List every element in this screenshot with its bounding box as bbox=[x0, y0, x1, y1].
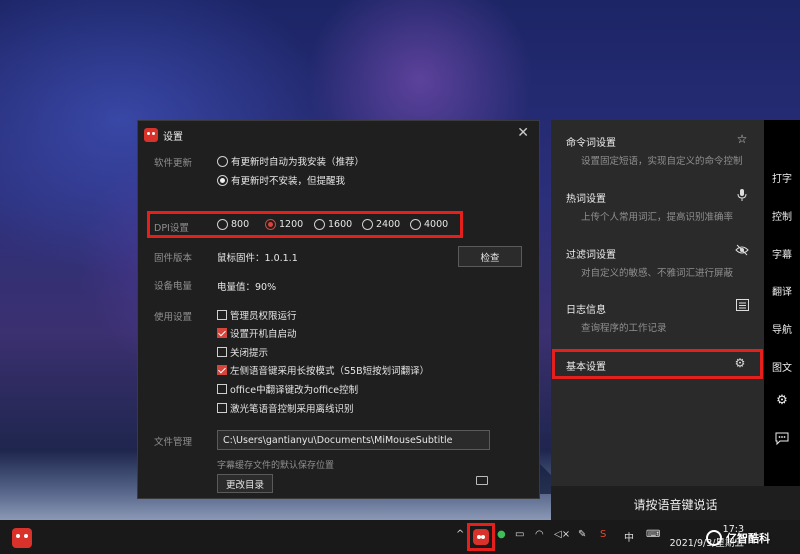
wifi-icon[interactable]: ◠ bbox=[535, 529, 544, 540]
taskbar-app-icon[interactable] bbox=[12, 528, 32, 548]
sidebar-item-translate[interactable]: 翻译 bbox=[764, 283, 800, 298]
usage-option-admin[interactable]: 管理员权限运行 bbox=[217, 308, 297, 322]
dpi-option-4000[interactable]: 4000 bbox=[410, 219, 448, 230]
voice-prompt-bar: 请按语音键说话 bbox=[551, 486, 800, 522]
menu-item-log-info[interactable]: 日志信息 查询程序的工作记录 bbox=[551, 287, 764, 337]
firmware-label: 固件版本 bbox=[154, 253, 193, 264]
usage-option-disable-tips[interactable]: 关闭提示 bbox=[217, 345, 268, 359]
dialog-titlebar: 设置 bbox=[144, 127, 183, 143]
battery-label: 设备电量 bbox=[154, 281, 193, 292]
menu-item-filter-words[interactable]: 过滤词设置 对自定义的敏感、不雅词汇进行屏蔽 bbox=[551, 232, 764, 282]
change-directory-button[interactable]: 更改目录 bbox=[217, 474, 273, 493]
radio-selected-icon[interactable] bbox=[217, 174, 228, 186]
menu-item-basic-settings[interactable]: 基本设置 ⚙ bbox=[551, 349, 764, 379]
watermark-logo-icon bbox=[706, 530, 722, 546]
radio-icon[interactable] bbox=[314, 219, 325, 230]
radio-icon[interactable] bbox=[217, 155, 228, 167]
battery-icon[interactable]: ▭ bbox=[515, 529, 524, 540]
star-icon: ☆ bbox=[736, 132, 748, 146]
sidebar-item-control[interactable]: 控制 bbox=[764, 208, 800, 223]
firmware-value: 鼠标固件：1.0.1.1 bbox=[217, 253, 298, 264]
gear-icon[interactable]: ⚙ bbox=[764, 393, 800, 408]
keyboard-icon[interactable]: ⌨ bbox=[646, 529, 660, 540]
wechat-icon[interactable]: ● bbox=[497, 529, 506, 540]
dialog-title: 设置 bbox=[163, 131, 183, 143]
gear-icon: ⚙ bbox=[734, 356, 746, 370]
mode-sidebar: 打字 控制 字幕 翻译 导航 图文 ⚙ bbox=[764, 120, 800, 486]
close-button[interactable]: ✕ bbox=[517, 125, 529, 141]
tray-app-icon[interactable] bbox=[473, 529, 489, 545]
update-notify-option[interactable]: 有更新时不安装，但提醒我 bbox=[217, 173, 345, 187]
settings-dialog: 设置 ✕ 软件更新 有更新时自动为我安装（推荐） 有更新时不安装，但提醒我 DP… bbox=[137, 120, 540, 499]
checkbox-checked-icon[interactable] bbox=[217, 365, 227, 375]
checkbox-icon[interactable] bbox=[217, 384, 227, 394]
checkbox-icon[interactable] bbox=[217, 347, 227, 357]
sogou-icon[interactable]: S bbox=[600, 529, 606, 540]
usage-label: 使用设置 bbox=[154, 312, 193, 323]
sidebar-item-navigate[interactable]: 导航 bbox=[764, 321, 800, 336]
volume-icon[interactable]: ◁× bbox=[554, 529, 570, 540]
check-firmware-button[interactable]: 检查 bbox=[458, 246, 522, 267]
microphone-icon bbox=[734, 188, 750, 204]
checkbox-checked-icon[interactable] bbox=[217, 328, 227, 338]
save-path-hint: 字幕缓存文件的默认保存位置 bbox=[217, 461, 335, 471]
radio-icon[interactable] bbox=[362, 219, 373, 230]
files-label: 文件管理 bbox=[154, 437, 193, 448]
chat-bubble-icon[interactable] bbox=[764, 432, 800, 448]
dpi-option-800[interactable]: 800 bbox=[217, 219, 249, 230]
tray-language[interactable]: 中 bbox=[624, 529, 634, 544]
usage-option-long-press[interactable]: 左侧语音键采用长按模式（S5B短按划词翻译） bbox=[217, 363, 429, 377]
update-auto-option[interactable]: 有更新时自动为我安装（推荐） bbox=[217, 154, 364, 168]
menu-item-command-words[interactable]: 命令词设置 设置固定短语，实现自定义的命令控制 ☆ bbox=[551, 120, 764, 170]
folder-icon[interactable] bbox=[476, 476, 488, 485]
dpi-option-1600[interactable]: 1600 bbox=[314, 219, 352, 230]
checkbox-icon[interactable] bbox=[217, 403, 227, 413]
log-icon bbox=[734, 299, 750, 315]
pen-icon[interactable]: ✎ bbox=[578, 529, 586, 540]
save-path-input[interactable] bbox=[217, 430, 490, 450]
dpi-label: DPI设置 bbox=[154, 223, 189, 234]
settings-menu-panel: 命令词设置 设置固定短语，实现自定义的命令控制 ☆ 热词设置 上传个人常用词汇，… bbox=[551, 120, 764, 521]
battery-value: 电量值：90% bbox=[217, 282, 277, 293]
radio-selected-icon[interactable] bbox=[265, 219, 276, 230]
sidebar-item-typing[interactable]: 打字 bbox=[764, 170, 800, 185]
tray-expand-icon[interactable]: ^ bbox=[456, 529, 464, 540]
radio-icon[interactable] bbox=[410, 219, 421, 230]
usage-option-offline[interactable]: 激光笔语音控制采用离线识别 bbox=[217, 401, 354, 415]
checkbox-icon[interactable] bbox=[217, 310, 227, 320]
radio-icon[interactable] bbox=[217, 219, 228, 230]
menu-item-hot-words[interactable]: 热词设置 上传个人常用词汇，提高识别准确率 bbox=[551, 176, 764, 226]
usage-option-autostart[interactable]: 设置开机自启动 bbox=[217, 326, 297, 340]
dpi-option-2400[interactable]: 2400 bbox=[362, 219, 400, 230]
sidebar-item-subtitle[interactable]: 字幕 bbox=[764, 246, 800, 261]
usage-option-office[interactable]: office中翻译键改为office控制 bbox=[217, 382, 358, 396]
dpi-option-1200[interactable]: 1200 bbox=[265, 219, 303, 230]
taskbar: ^ ● ▭ ◠ ◁× ✎ S 中 ⌨ 17:3 2021/9/3/星期五 bbox=[0, 520, 800, 554]
software-update-label: 软件更新 bbox=[154, 158, 193, 169]
watermark: 亿智酷科 bbox=[706, 524, 798, 552]
sidebar-item-image-text[interactable]: 图文 bbox=[764, 359, 800, 374]
app-logo-icon bbox=[144, 128, 158, 142]
eye-off-icon bbox=[734, 244, 750, 260]
